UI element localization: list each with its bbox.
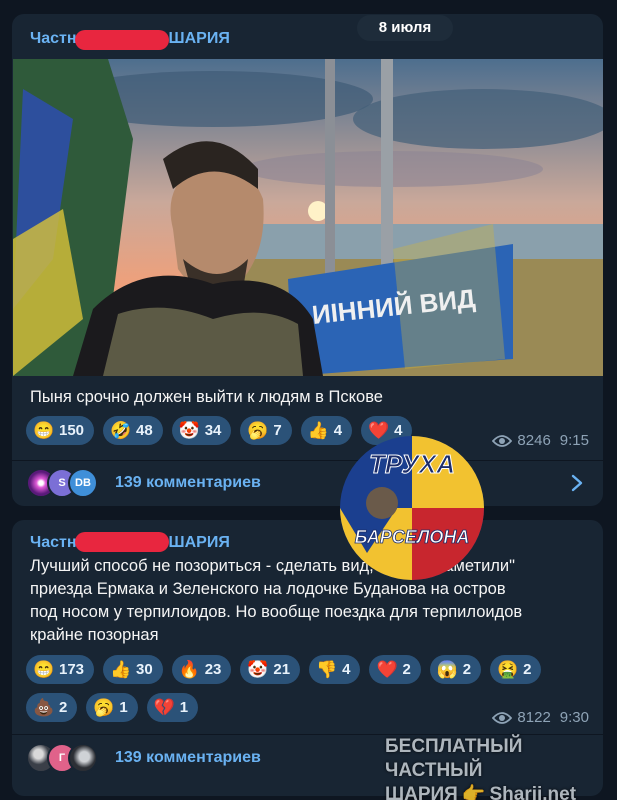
reaction-count: 2 (402, 661, 411, 678)
reaction-count: 4 (342, 661, 351, 678)
reaction-count: 30 (136, 661, 153, 678)
fire-emoji-icon: 🔥 (178, 660, 200, 679)
watermark-text: БЕСПЛАТНЫЙ ЧАСТНЫЙ ШАРИЯ 👉 Sharij.net (385, 735, 605, 800)
poop-emoji-icon: 💩 (33, 698, 55, 717)
scream-emoji-icon: 😱 (436, 660, 458, 679)
reaction-count: 2 (59, 699, 68, 716)
reaction-count: 4 (394, 422, 403, 439)
clown-emoji-icon: 🤡 (247, 660, 269, 679)
yawn-emoji-icon: 🥱 (93, 698, 115, 717)
comments-count-label: 139 комментариев (115, 749, 261, 766)
post-text: Пыня срочно должен выйти к людям в Псков… (30, 388, 383, 406)
reaction-count: 34 (204, 422, 222, 439)
post-text: Лучший способ не позориться - сделать ви… (30, 555, 600, 647)
view-count: 8246 (517, 432, 551, 449)
vomit-emoji-icon: 🤮 (497, 660, 519, 679)
reaction-count: 1 (119, 699, 128, 716)
reactions-bar: 😁 150 🤣 48 🤡 34 🥱 7 👍 4 ❤️ 4 (26, 416, 413, 445)
reaction-count: 2 (523, 661, 532, 678)
date-pill: 8 июля (357, 15, 453, 41)
reaction-grin[interactable]: 😁 150 (26, 416, 95, 445)
reaction-count: 4 (333, 422, 343, 439)
reaction-count: 23 (204, 661, 222, 678)
reaction-thumbs-up[interactable]: 👍 30 (103, 655, 163, 684)
reaction-vomit[interactable]: 🤮 2 (490, 655, 542, 684)
clown-emoji-icon: 🤡 (178, 421, 200, 440)
reaction-heart[interactable]: ❤️ 2 (369, 655, 421, 684)
avatar (68, 743, 98, 773)
commenter-avatars: Г (26, 743, 98, 773)
yawn-emoji-icon: 🥱 (247, 421, 269, 440)
view-count: 8122 (517, 709, 551, 726)
post-text-line: крайне позорная (30, 626, 159, 644)
reaction-count: 7 (273, 422, 282, 439)
redaction-mark (75, 30, 169, 50)
reaction-thumbs-down[interactable]: 👎 4 (309, 655, 361, 684)
chevron-right-icon (571, 474, 583, 492)
grin-emoji-icon: 😁 (33, 660, 55, 679)
reaction-yawn[interactable]: 🥱 7 (240, 416, 292, 445)
thumbs-down-emoji-icon: 👎 (316, 660, 338, 679)
post-text-line: приезда Ермака и Зеленского на лодочке Б… (30, 580, 506, 598)
commenter-avatars: S DB (26, 468, 98, 498)
watermark-line: ШАРИЯ (385, 784, 458, 800)
post-meta: 8122 9:30 (492, 709, 589, 726)
comments-count-label: 139 комментариев (115, 474, 261, 491)
reaction-rofl[interactable]: 🤣 48 (103, 416, 163, 445)
divider (12, 460, 603, 461)
grin-emoji-icon: 😁 (33, 421, 55, 440)
eye-icon (492, 434, 513, 447)
author-name-start: Частн (30, 534, 77, 551)
comments-button[interactable]: S DB 139 комментариев (26, 463, 589, 503)
avatar: DB (68, 468, 98, 498)
reaction-fire[interactable]: 🔥 23 (171, 655, 232, 684)
author-name-end: ШАРИЯ (168, 30, 230, 47)
post-text-line: под носом у терпилоидов. Но вообще поезд… (30, 603, 523, 621)
author-name-end: ШАРИЯ (168, 534, 230, 551)
post-time: 9:15 (559, 432, 589, 449)
reaction-heart[interactable]: ❤️ 4 (361, 416, 413, 445)
reaction-yawn[interactable]: 🥱 1 (86, 693, 138, 722)
thumbs-up-emoji-icon: 👍 (110, 660, 132, 679)
channel-post: Частн ШАРИЯ ИІННИЙ ВИД Пыня срочно долже… (12, 14, 603, 506)
reaction-grin[interactable]: 😁 173 (26, 655, 95, 684)
pointing-hand-icon: 👉 (461, 784, 486, 800)
post-meta: 8246 9:15 (492, 432, 589, 449)
heart-emoji-icon: ❤️ (376, 660, 398, 679)
reaction-count: 173 (59, 661, 85, 678)
author-name-start: Частн (30, 30, 77, 47)
reaction-count: 2 (462, 661, 472, 678)
broken-heart-emoji-icon: 💔 (153, 698, 175, 717)
post-time: 9:30 (559, 709, 589, 726)
redaction-mark (75, 532, 169, 552)
post-text-line: Лучший способ не позориться - сделать ви… (30, 557, 515, 575)
watermark-site: Sharij.net (489, 784, 577, 800)
reaction-count: 1 (179, 699, 189, 716)
reaction-count: 21 (273, 661, 291, 678)
eye-icon (492, 711, 513, 724)
rofl-emoji-icon: 🤣 (110, 421, 132, 440)
reaction-clown[interactable]: 🤡 34 (171, 416, 232, 445)
watermark-line: БЕСПЛАТНЫЙ ЧАСТНЫЙ (385, 736, 523, 781)
heart-emoji-icon: ❤️ (368, 421, 390, 440)
reaction-count: 48 (136, 422, 153, 439)
reaction-count: 150 (59, 422, 85, 439)
reaction-scream[interactable]: 😱 2 (429, 655, 482, 684)
reaction-broken-heart[interactable]: 💔 1 (146, 693, 199, 722)
thumbs-up-emoji-icon: 👍 (307, 421, 329, 440)
post-photo[interactable]: ИІННИЙ ВИД (13, 59, 603, 376)
reaction-thumbs-up[interactable]: 👍 4 (300, 416, 353, 445)
reaction-clown[interactable]: 🤡 21 (240, 655, 301, 684)
reaction-poop[interactable]: 💩 2 (26, 693, 78, 722)
